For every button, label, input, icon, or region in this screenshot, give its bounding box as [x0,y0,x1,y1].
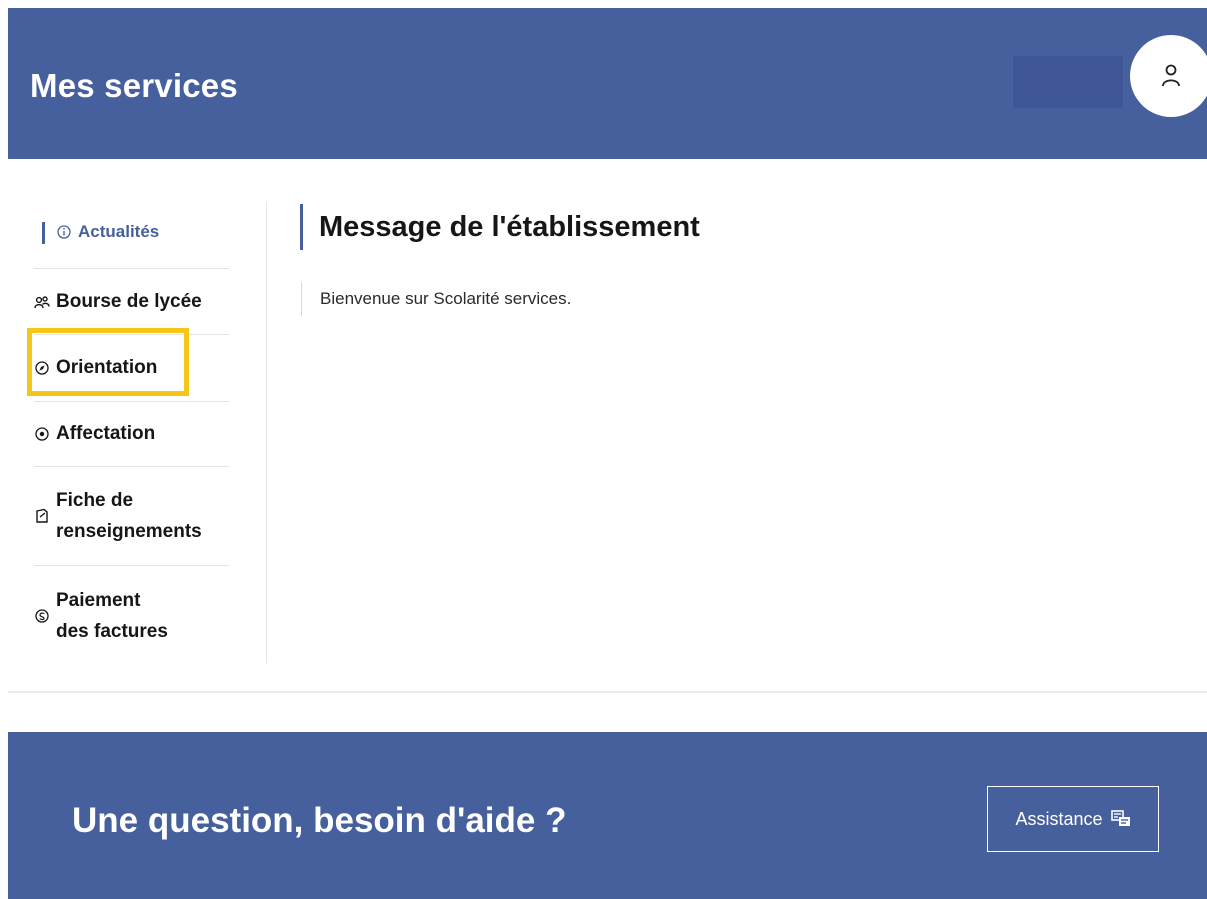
title-accent-bar [300,204,303,250]
target-icon [34,426,50,442]
sidebar-divider [266,202,267,663]
sidebar-item-label: Paiement des factures [56,590,168,642]
sidebar-item-orientation[interactable]: Orientation [34,335,229,402]
sidebar-item-label: Bourse de lycée [56,290,202,312]
header-search-area [1013,56,1123,108]
sidebar-item-label: Affectation [56,423,156,444]
top-header: Mes services [8,8,1207,159]
sidebar-item-affectation[interactable]: Affectation [34,402,229,467]
welcome-message: Bienvenue sur Scolarité services. [320,289,572,308]
sidebar-item-label: Orientation [56,357,158,378]
info-icon [56,224,72,240]
sidebar-item-actualites[interactable]: Actualités [34,196,229,269]
help-title: Une question, besoin d'aide ? [72,801,567,840]
message-rule [301,282,302,316]
page-title: Mes services [30,67,238,104]
grant-icon [34,294,50,310]
user-avatar-button[interactable] [1130,35,1207,117]
page: Mes services Actualités Bourse de lycée [0,0,1207,899]
user-icon [1162,64,1180,87]
sidebar-item-label: Fiche de renseignements [56,490,202,542]
sidebar-item-label: Actualités [78,222,160,241]
content-title: Message de l'établissement [319,211,700,243]
sidebar-item-paiement-factures[interactable]: Paiement des factures [34,566,229,666]
sidebar-item-fiche-renseignements[interactable]: Fiche de renseignements [34,467,229,566]
sidebar-item-bourse[interactable]: Bourse de lycée [34,269,229,335]
compass-icon [34,360,50,376]
payment-icon [34,608,50,624]
main-card: Actualités Bourse de lycée Orientation A… [8,159,1207,693]
help-banner: Une question, besoin d'aide ? Assistance [8,732,1207,899]
assistance-icon [1110,810,1130,826]
form-icon [34,508,50,524]
assistance-button-label: Assistance [1015,808,1103,829]
assistance-button[interactable]: Assistance [987,786,1159,852]
